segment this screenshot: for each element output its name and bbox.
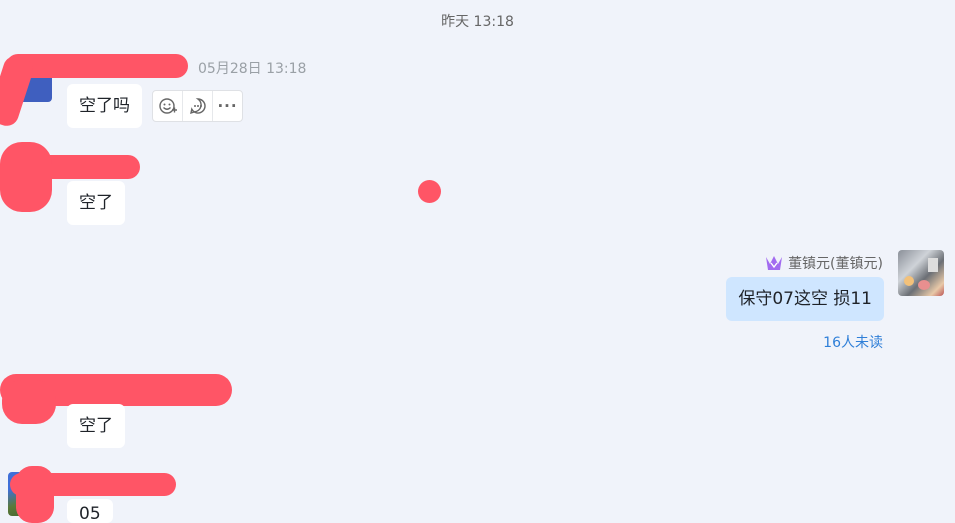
message-timestamp: 05月28日 13:18: [198, 61, 307, 77]
redaction-mark: [16, 466, 54, 523]
more-icon: ···: [217, 97, 238, 115]
emoji-add-icon: [158, 98, 177, 114]
redaction-mark: [2, 380, 56, 424]
emoji-add-button[interactable]: [153, 91, 183, 121]
crown-badge-icon: [766, 256, 783, 270]
sender-info: 董镇元(董镇元): [764, 253, 883, 273]
reply-button[interactable]: [183, 91, 213, 121]
sender-name: 董镇元(董镇元): [788, 256, 883, 272]
message-hover-toolbar: ···: [152, 90, 243, 122]
redaction-mark: [6, 54, 188, 78]
redaction-mark: [418, 180, 441, 203]
my-avatar[interactable]: [898, 250, 944, 296]
more-button[interactable]: ···: [213, 91, 242, 121]
read-status[interactable]: 16人未读: [823, 332, 883, 352]
redaction-mark: [0, 142, 52, 212]
message-bubble[interactable]: 空了: [67, 181, 125, 225]
comment-icon: [189, 98, 206, 115]
time-divider: 昨天 13:18: [441, 14, 514, 30]
message-bubble[interactable]: 05: [67, 499, 113, 523]
message-bubble[interactable]: 空了吗: [67, 84, 142, 128]
message-bubble[interactable]: 空了: [67, 404, 125, 448]
message-bubble-mine[interactable]: 保守07这空 损11: [726, 277, 884, 321]
